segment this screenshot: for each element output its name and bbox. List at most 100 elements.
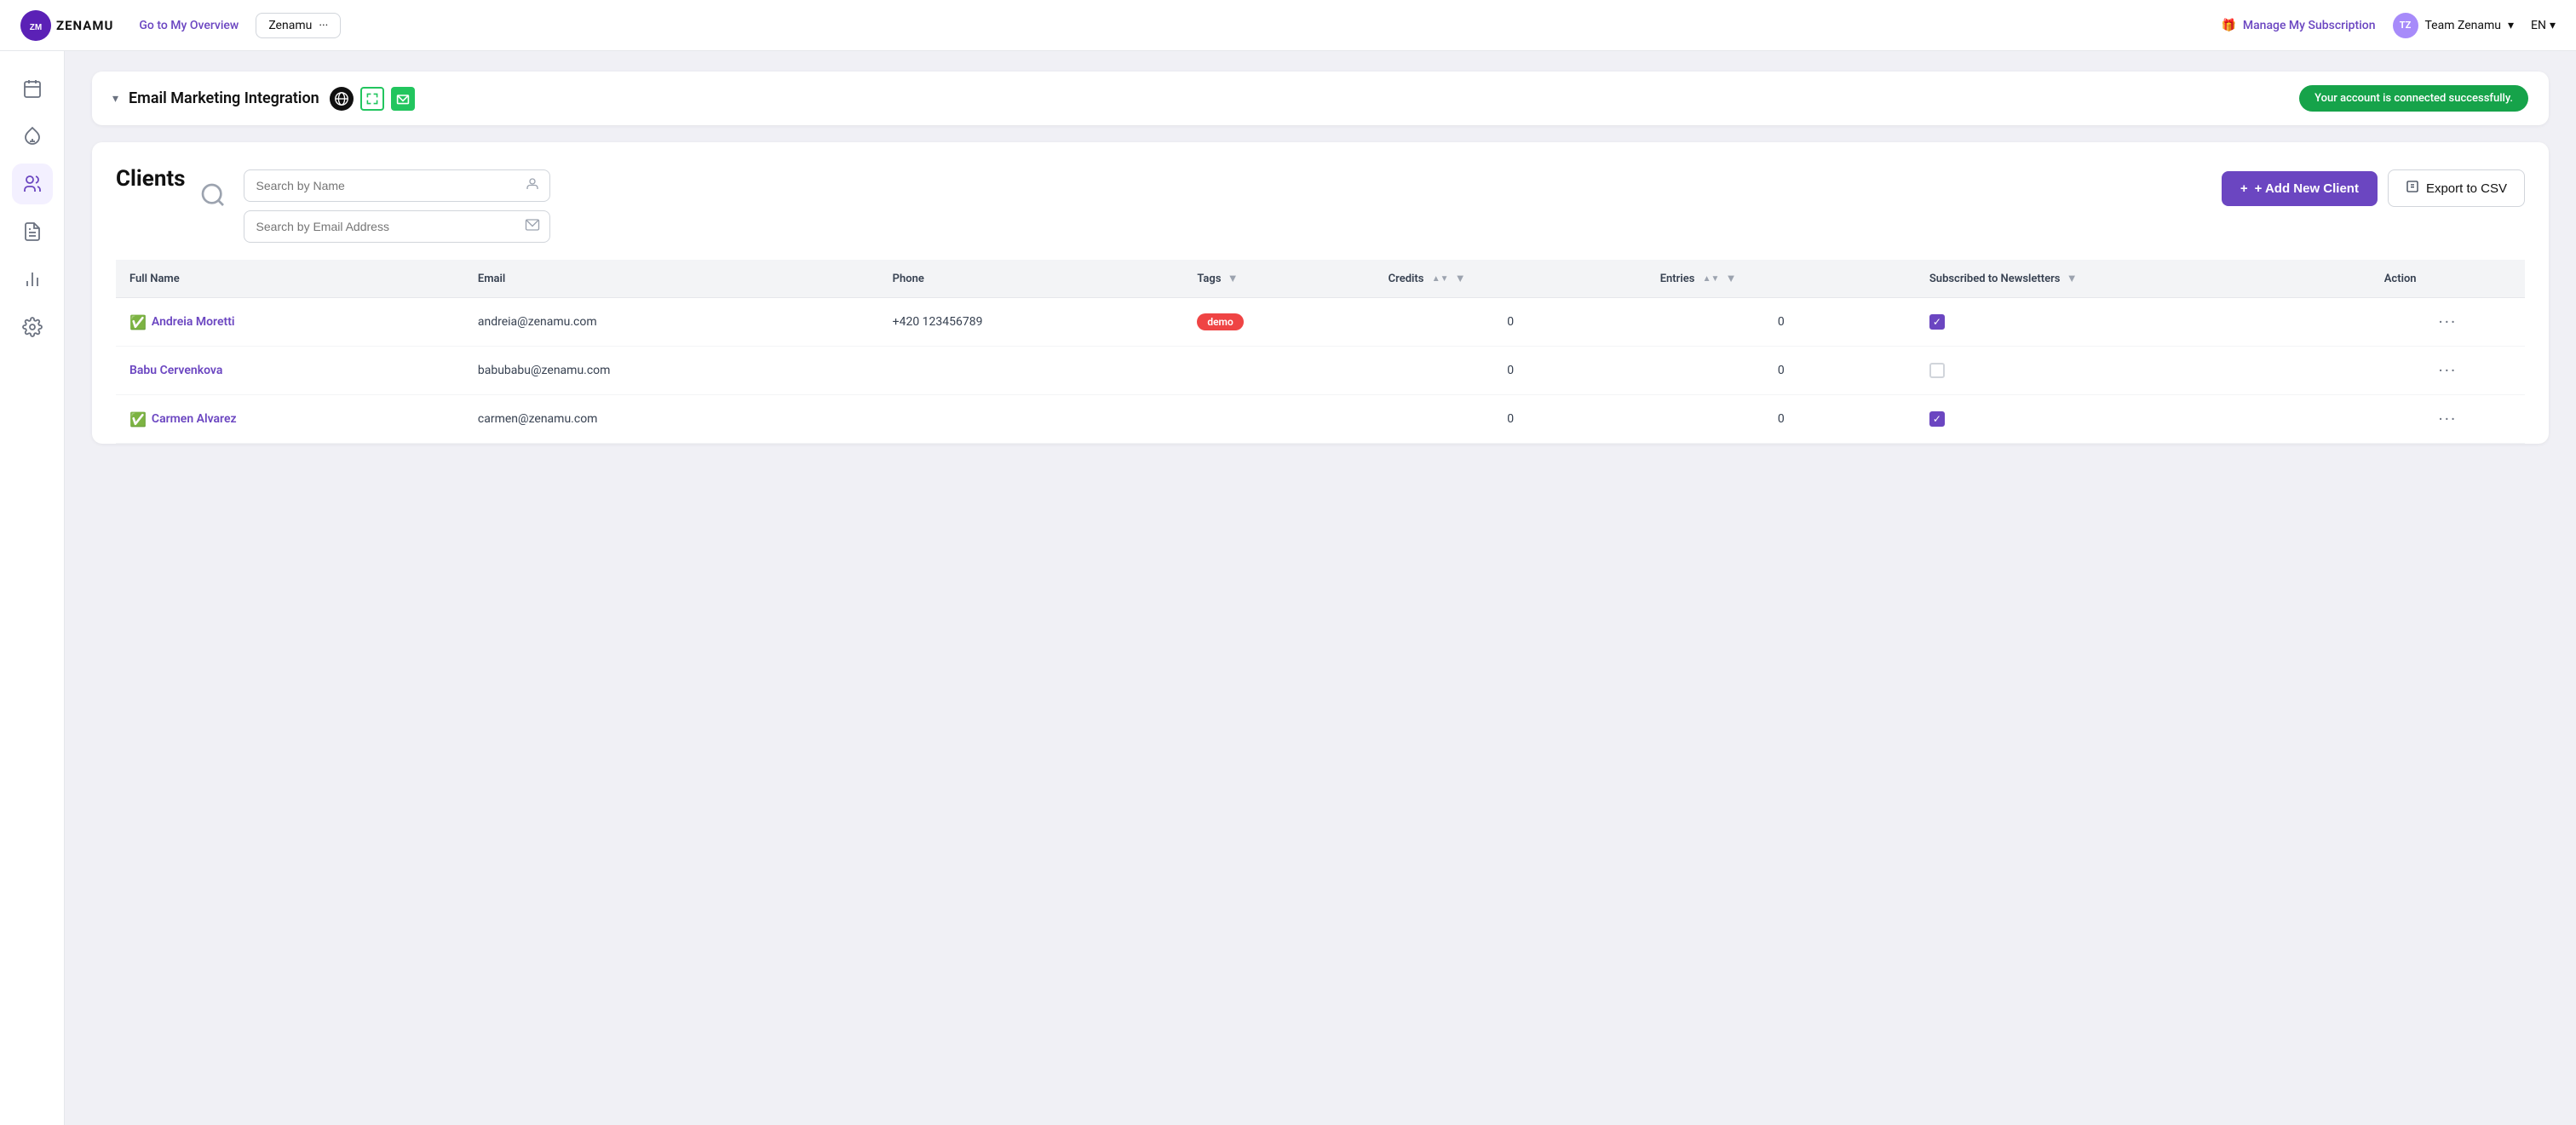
- export-csv-button[interactable]: Export to CSV: [2388, 169, 2525, 207]
- client-name-cell: Babu Cervenkova: [116, 347, 464, 395]
- client-credits-cell: 0: [1375, 395, 1647, 444]
- verified-icon: ✅: [129, 314, 147, 330]
- person-icon: [525, 176, 540, 195]
- search-email-input[interactable]: [244, 210, 550, 243]
- table-row: ✅ Carmen Alvarez carmen@zenamu.com: [116, 395, 2525, 444]
- sidebar-item-settings[interactable]: [12, 307, 53, 347]
- clients-card: Clients: [92, 142, 2549, 444]
- nav-right: 🎁 Manage My Subscription TZ Team Zenamu …: [2221, 13, 2556, 38]
- clients-table: Full Name Email Phone Tags ▼: [116, 260, 2525, 444]
- credits-sort-icon[interactable]: ▲▼: [1432, 274, 1449, 284]
- svg-text:ZM: ZM: [30, 23, 42, 32]
- sidebar-item-wellness[interactable]: [12, 116, 53, 157]
- client-action-cell: ···: [2371, 395, 2525, 444]
- table-row: ✅ Andreia Moretti andreia@zenamu.com +42…: [116, 298, 2525, 347]
- logo-icon: ZM: [20, 10, 51, 41]
- client-entries-cell: 0: [1647, 395, 1916, 444]
- newsletter-checkbox-checked[interactable]: ✓: [1929, 314, 1945, 330]
- sidebar-item-reports[interactable]: [12, 211, 53, 252]
- client-name-babu[interactable]: Babu Cervenkova: [129, 364, 451, 377]
- mail-icon: [391, 87, 415, 111]
- language-selector[interactable]: EN ▾: [2531, 19, 2556, 32]
- client-name-cell: ✅ Carmen Alvarez: [116, 395, 464, 444]
- col-phone: Phone: [879, 260, 1184, 298]
- search-name-wrap: [244, 169, 550, 202]
- workspace-pill[interactable]: Zenamu ···: [256, 13, 341, 38]
- expand-icon: [360, 87, 384, 111]
- client-name-cell: ✅ Andreia Moretti: [116, 298, 464, 347]
- export-label: Export to CSV: [2426, 181, 2507, 196]
- newsletter-checkbox-empty[interactable]: [1929, 363, 1945, 378]
- plus-icon: +: [2240, 181, 2248, 196]
- logo: ZM ZENAMU: [20, 10, 113, 41]
- col-newsletters: Subscribed to Newsletters ▼: [1916, 260, 2371, 298]
- clients-header: Clients: [116, 166, 2525, 243]
- integration-bar: ▾ Email Marketing Integration: [92, 72, 2549, 125]
- go-to-overview-link[interactable]: Go to My Overview: [139, 19, 239, 32]
- client-entries-cell: 0: [1647, 347, 1916, 395]
- client-tags-cell: demo: [1183, 298, 1374, 347]
- integration-title: Email Marketing Integration: [129, 89, 319, 107]
- search-name-input[interactable]: [244, 169, 550, 202]
- newsletter-checkbox-checked[interactable]: ✓: [1929, 411, 1945, 427]
- client-newsletter-cell: ✓: [1916, 395, 2371, 444]
- client-phone-cell: [879, 347, 1184, 395]
- client-newsletter-cell: [1916, 347, 2371, 395]
- sidebar: [0, 51, 65, 1125]
- workspace-name: Zenamu: [268, 19, 312, 32]
- newsletters-filter-icon[interactable]: ▼: [2067, 273, 2078, 285]
- workspace-options-icon[interactable]: ···: [319, 19, 328, 32]
- export-icon: [2406, 180, 2419, 197]
- client-phone-cell: +420 123456789: [879, 298, 1184, 347]
- client-email-cell: babubabu@zenamu.com: [464, 347, 879, 395]
- search-area: [244, 169, 550, 243]
- client-name-andreia[interactable]: ✅ Andreia Moretti: [129, 314, 451, 330]
- client-phone-cell: [879, 395, 1184, 444]
- verified-icon: ✅: [129, 411, 147, 428]
- table-body: ✅ Andreia Moretti andreia@zenamu.com +42…: [116, 298, 2525, 444]
- client-name-carmen[interactable]: ✅ Carmen Alvarez: [129, 411, 451, 428]
- entries-sort-icon[interactable]: ▲▼: [1703, 274, 1720, 284]
- manage-subscription-button[interactable]: 🎁 Manage My Subscription: [2221, 19, 2375, 32]
- sidebar-item-clients[interactable]: [12, 164, 53, 204]
- col-email: Email: [464, 260, 879, 298]
- logo-text: ZENAMU: [56, 18, 113, 33]
- client-email-cell: andreia@zenamu.com: [464, 298, 879, 347]
- email-icon: [525, 217, 540, 236]
- tags-filter-icon[interactable]: ▼: [1228, 273, 1239, 285]
- add-new-client-button[interactable]: + + Add New Client: [2222, 171, 2378, 206]
- col-tags: Tags ▼: [1183, 260, 1374, 298]
- action-menu-button[interactable]: ···: [2439, 360, 2458, 381]
- collapse-icon[interactable]: ▾: [112, 92, 118, 106]
- action-menu-button[interactable]: ···: [2439, 409, 2458, 429]
- credits-filter-icon[interactable]: ▼: [1455, 273, 1466, 285]
- table-header: Full Name Email Phone Tags ▼: [116, 260, 2525, 298]
- gift-icon: 🎁: [2221, 19, 2235, 32]
- connected-badge: Your account is connected successfully.: [2299, 85, 2528, 112]
- integration-icons: [330, 87, 415, 111]
- top-nav: ZM ZENAMU Go to My Overview Zenamu ··· 🎁…: [0, 0, 2576, 51]
- search-icon-main: [199, 181, 227, 215]
- manage-subscription-label: Manage My Subscription: [2243, 19, 2376, 32]
- client-email-cell: carmen@zenamu.com: [464, 395, 879, 444]
- col-action: Action: [2371, 260, 2525, 298]
- table-row: Babu Cervenkova babubabu@zenamu.com 0: [116, 347, 2525, 395]
- client-action-cell: ···: [2371, 298, 2525, 347]
- client-action-cell: ···: [2371, 347, 2525, 395]
- language-label: EN: [2531, 19, 2546, 32]
- client-tags-cell: [1183, 395, 1374, 444]
- client-entries-cell: 0: [1647, 298, 1916, 347]
- chevron-down-icon-lang: ▾: [2550, 19, 2556, 32]
- client-tags-cell: [1183, 347, 1374, 395]
- action-menu-button[interactable]: ···: [2439, 312, 2458, 332]
- globe-icon: [330, 87, 354, 111]
- col-entries: Entries ▲▼ ▼: [1647, 260, 1916, 298]
- sidebar-item-analytics[interactable]: [12, 259, 53, 300]
- client-credits-cell: 0: [1375, 298, 1647, 347]
- header-actions: + + Add New Client Export to CSV: [2222, 169, 2525, 207]
- app-layout: ▾ Email Marketing Integration: [0, 0, 2576, 1125]
- team-button[interactable]: TZ Team Zenamu ▾: [2393, 13, 2515, 38]
- sidebar-item-calendar[interactable]: [12, 68, 53, 109]
- chevron-down-icon: ▾: [2508, 19, 2514, 32]
- entries-filter-icon[interactable]: ▼: [1726, 273, 1737, 285]
